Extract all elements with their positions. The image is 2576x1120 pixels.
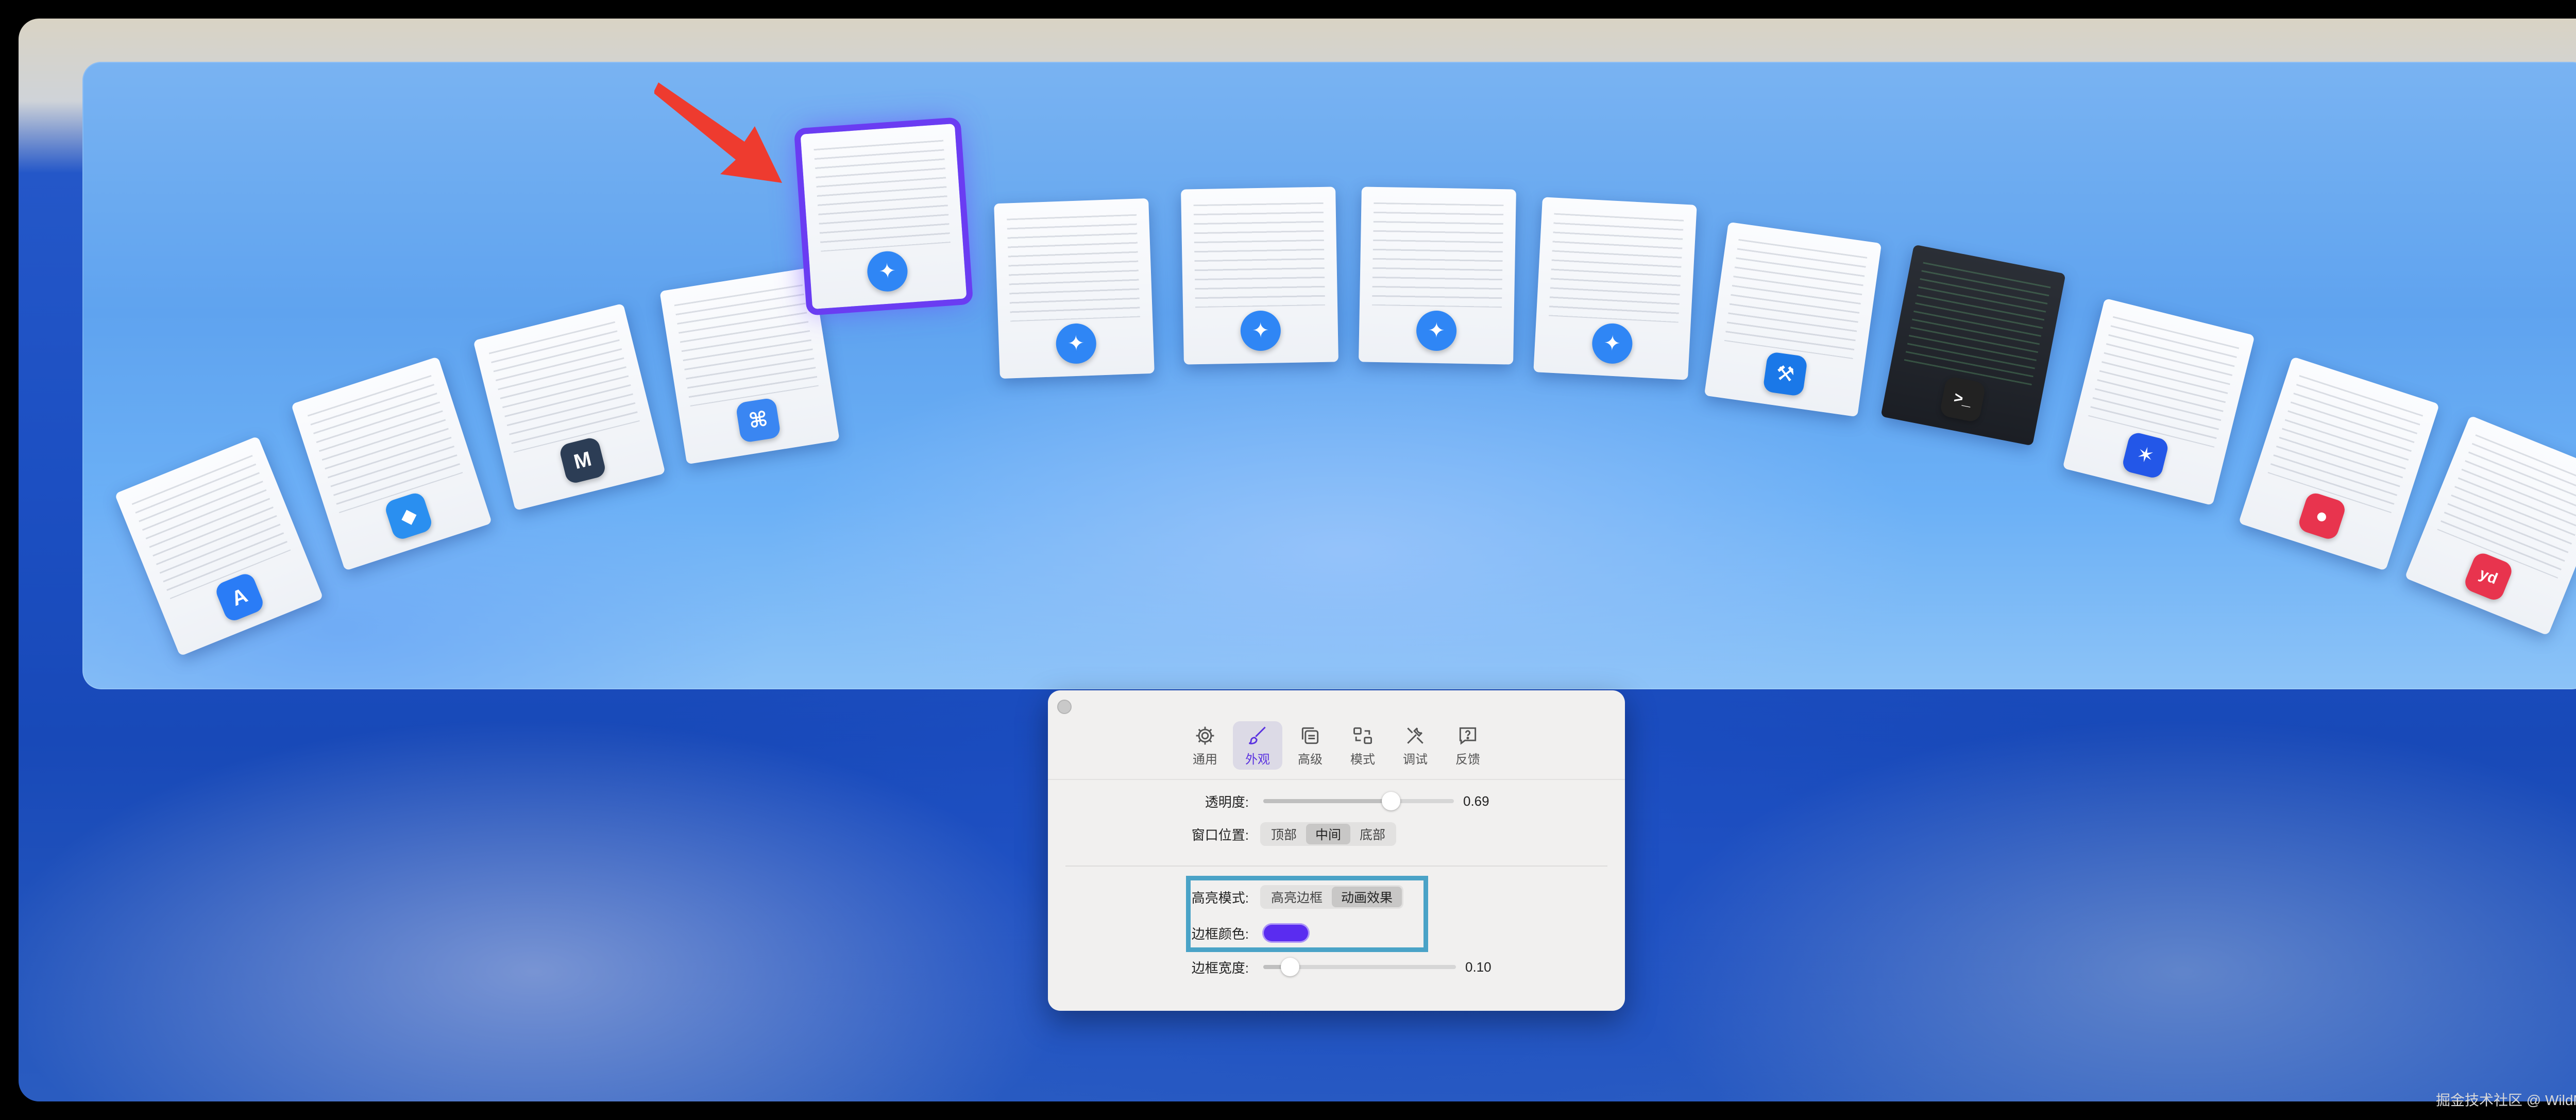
opacity-label: 透明度: xyxy=(1205,794,1249,810)
tab-label: 调试 xyxy=(1403,752,1428,767)
safari-icon: ✦ xyxy=(1240,310,1281,351)
window-thumbnail-tencent-app[interactable]: ✶ xyxy=(2062,298,2255,506)
opacity-slider-knob[interactable] xyxy=(1382,792,1401,810)
app-icon: ✶ xyxy=(2121,431,2170,480)
app-store-icon: A xyxy=(213,571,266,623)
tab-advanced[interactable]: 高级 xyxy=(1285,721,1335,770)
thumbnail-content xyxy=(674,284,819,406)
thumbnail-content xyxy=(2267,375,2424,513)
safari-icon: ✦ xyxy=(866,250,909,293)
copy-icon xyxy=(1299,724,1321,749)
highlight-mode-segmented: 高亮边框 动画效果 xyxy=(1260,885,1404,909)
tab-mode[interactable]: 模式 xyxy=(1338,721,1387,770)
window-thumbnail-terminal[interactable]: >_ xyxy=(1880,244,2066,446)
terminal-icon: >_ xyxy=(1939,376,1987,423)
brush-icon xyxy=(1246,724,1269,749)
thumbnail-content xyxy=(2088,316,2240,448)
tools-icon xyxy=(1404,724,1427,749)
settings-toolbar: 通用 外观 高级 模式 调试 反馈 xyxy=(1048,721,1625,770)
thumbnail-content xyxy=(1371,202,1504,308)
tab-debug[interactable]: 调试 xyxy=(1391,721,1440,770)
arrow-shape xyxy=(654,82,782,183)
window-position-label: 窗口位置: xyxy=(1191,827,1249,843)
highlight-mode-option[interactable]: 高亮边框 xyxy=(1262,887,1332,907)
window-thumbnail-youdao[interactable]: yd xyxy=(2404,415,2576,636)
border-width-slider[interactable] xyxy=(1263,958,1456,976)
opacity-row: 透明度: 0.69 xyxy=(1048,788,1625,814)
window-position-segmented: 顶部 中间 底部 xyxy=(1260,822,1397,846)
window-position-row: 窗口位置: 顶部 中间 底部 xyxy=(1048,821,1625,847)
gear-icon xyxy=(1194,724,1216,749)
question-icon xyxy=(1456,724,1479,749)
window-position-option[interactable]: 底部 xyxy=(1350,824,1395,844)
tab-label: 模式 xyxy=(1350,752,1375,767)
thumbnail-content xyxy=(1903,262,2051,388)
window-position-option[interactable]: 顶部 xyxy=(1262,824,1306,844)
tab-label: 反馈 xyxy=(1455,752,1480,767)
thumbnail-content xyxy=(1193,202,1326,308)
app-icon: ⌘ xyxy=(735,397,782,444)
window-switcher-panel: A ◆ M ⌘ ✦ ✦ ✦ ✦ ✦ ⚒ >_ ✶ ● yd xyxy=(82,62,2576,689)
window-thumbnail-calendar-app[interactable]: ● xyxy=(2238,356,2440,571)
section-divider xyxy=(1065,866,1607,867)
opacity-value: 0.69 xyxy=(1463,793,1489,809)
safari-icon: ✦ xyxy=(1055,323,1097,365)
border-width-value: 0.10 xyxy=(1465,959,1492,975)
thumbnail-content xyxy=(131,454,291,599)
mweb-icon: M xyxy=(558,436,607,485)
thumbnail-content xyxy=(1007,214,1141,322)
watermark: 掘金技术社区 @ WildMildNull无为 xyxy=(2436,1092,2576,1108)
border-color-label: 边框颜色: xyxy=(1191,926,1249,942)
border-color-row: 边框颜色: xyxy=(1048,920,1625,946)
opacity-slider[interactable] xyxy=(1263,792,1454,810)
switch-icon xyxy=(1351,724,1374,749)
window-thumbnail-safari-2[interactable]: ✦ xyxy=(994,198,1155,379)
tab-feedback[interactable]: 反馈 xyxy=(1443,721,1493,770)
border-width-label: 边框宽度: xyxy=(1191,960,1249,976)
tab-label: 通用 xyxy=(1193,752,1217,767)
tab-general[interactable]: 通用 xyxy=(1180,721,1230,770)
youdao-icon: yd xyxy=(2462,550,2515,603)
safari-icon: ✦ xyxy=(1591,322,1634,365)
window-thumbnail-safari-3[interactable]: ✦ xyxy=(1181,186,1338,365)
window-thumbnail-safari-selected[interactable]: ✦ xyxy=(793,117,974,316)
thumbnail-content xyxy=(1549,213,1684,323)
window-thumbnail-app-store[interactable]: A xyxy=(114,436,324,656)
highlight-mode-option[interactable]: 动画效果 xyxy=(1332,887,1402,907)
vscode-icon: ◆ xyxy=(383,490,434,541)
window-thumbnail-mweb[interactable]: M xyxy=(473,303,666,511)
thumbnail-content xyxy=(488,321,640,453)
red-arrow-annotation xyxy=(654,82,782,183)
border-width-row: 边框宽度: 0.10 xyxy=(1048,954,1625,980)
highlight-mode-label: 高亮模式: xyxy=(1191,890,1249,906)
settings-window: 通用 外观 高级 模式 调试 反馈 透明度: 0.69 窗口位置: 顶部 中间 底部 高亮模式… xyxy=(1048,690,1625,1011)
window-thumbnail-vscode[interactable]: ◆ xyxy=(291,356,493,571)
thumbnail-content xyxy=(307,375,463,513)
window-thumbnail-xcode[interactable]: ⚒ xyxy=(1704,222,1882,417)
tab-label: 外观 xyxy=(1245,752,1270,767)
thumbnail-content xyxy=(2437,434,2576,579)
window-thumbnail-safari-5[interactable]: ✦ xyxy=(1533,197,1697,380)
tab-label: 高级 xyxy=(1298,752,1323,767)
border-width-slider-knob[interactable] xyxy=(1280,958,1299,976)
app-icon: ● xyxy=(2296,490,2348,541)
tab-appearance[interactable]: 外观 xyxy=(1233,721,1282,770)
highlight-mode-row: 高亮模式: 高亮边框 动画效果 xyxy=(1048,884,1625,910)
xcode-icon: ⚒ xyxy=(1762,351,1808,397)
toolbar-divider xyxy=(1048,779,1625,780)
opacity-slider-fill xyxy=(1263,799,1392,803)
window-thumbnail-safari-4[interactable]: ✦ xyxy=(1359,186,1516,365)
safari-icon: ✦ xyxy=(1416,310,1457,351)
window-position-option[interactable]: 中间 xyxy=(1306,824,1351,844)
thumbnail-content xyxy=(1724,239,1868,359)
thumbnail-content xyxy=(814,140,951,252)
border-color-well[interactable] xyxy=(1262,923,1310,943)
window-close-button[interactable] xyxy=(1057,700,1072,714)
